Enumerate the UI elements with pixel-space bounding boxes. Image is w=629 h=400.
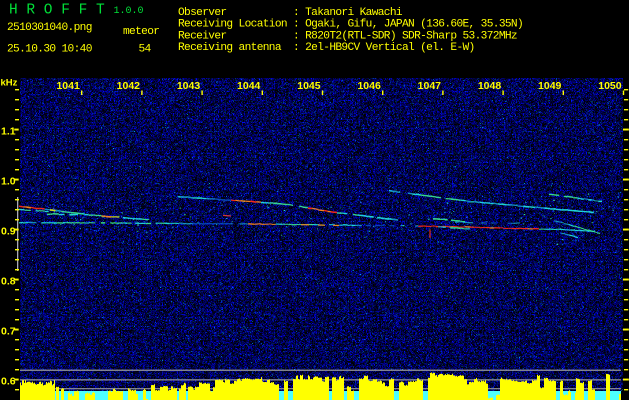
svg-text:kHz: kHz [1,78,18,89]
svg-text:Receiving Location: Receiving Location [178,19,287,31]
svg-text:1041: 1041 [56,80,80,92]
svg-text:1047: 1047 [418,80,442,92]
svg-text:0.8: 0.8 [1,275,16,287]
svg-text:: Takanori Kawachi: : Takanori Kawachi [293,7,403,19]
svg-text:0.6: 0.6 [1,375,16,387]
svg-text:25.10.30 10:40: 25.10.30 10:40 [7,43,93,55]
svg-text:H R O F F T: H R O F F T [9,3,105,19]
svg-text:1045: 1045 [297,80,321,92]
svg-text:1044: 1044 [237,80,261,92]
svg-text:: Ogaki, Gifu, JAPAN (136.60E,: : Ogaki, Gifu, JAPAN (136.60E, 35.35N) [293,19,523,31]
svg-text:Observer: Observer [178,7,226,19]
svg-text:Receiving antenna: Receiving antenna [178,42,282,54]
svg-text:0.9: 0.9 [1,225,16,237]
svg-text:1048: 1048 [478,80,502,92]
svg-text:: 2el-HB9CV Vertical (el. E-W): : 2el-HB9CV Vertical (el. E-W) [293,42,475,54]
svg-text:1.0.0: 1.0.0 [114,6,144,17]
svg-text:1046: 1046 [357,80,381,92]
svg-text:2510301040.png: 2510301040.png [7,22,92,34]
svg-text:1.1: 1.1 [1,125,16,137]
svg-text:1043: 1043 [177,80,201,92]
svg-text:Receiver: Receiver [178,30,226,42]
svg-text:54: 54 [139,43,152,55]
svg-text:1042: 1042 [117,80,141,92]
svg-text:1.0: 1.0 [1,175,16,187]
svg-text:: R820T2(RTL-SDR) SDR-Sharp 53: : R820T2(RTL-SDR) SDR-Sharp 53.372MHz [293,30,517,42]
svg-text:0.7: 0.7 [1,325,16,337]
svg-text:1050: 1050 [598,80,622,92]
svg-text:meteor: meteor [123,26,159,38]
svg-text:1049: 1049 [538,80,562,92]
